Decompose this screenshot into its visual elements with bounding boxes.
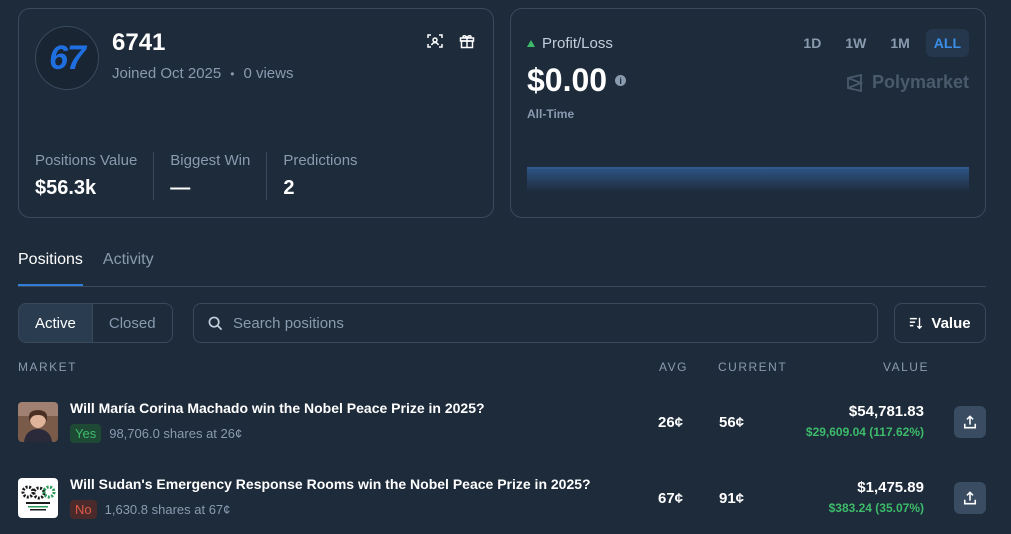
toggle-active[interactable]: Active xyxy=(19,304,93,342)
market-title[interactable]: Will María Corina Machado win the Nobel … xyxy=(70,400,485,416)
stat-label: Positions Value xyxy=(35,152,138,169)
profile-card: 67 6741 Joined Oct 2025 • 0 views Positi… xyxy=(18,8,494,218)
sort-button[interactable]: Value xyxy=(894,303,986,343)
position-row[interactable]: Will Sudan's Emergency Response Rooms wi… xyxy=(18,476,986,534)
range-tab-1w[interactable]: 1W xyxy=(837,29,874,57)
column-header-current[interactable]: CURRENT xyxy=(718,360,787,374)
position-details: No 1,630.8 shares at 67¢ xyxy=(70,500,230,519)
column-header-avg[interactable]: AVG xyxy=(659,360,688,374)
search-input[interactable] xyxy=(233,314,833,332)
pnl-card: Profit/Loss $0.00 i All-Time 1D 1W 1M AL… xyxy=(510,8,986,218)
search-icon xyxy=(208,316,223,330)
up-triangle-icon xyxy=(527,40,535,47)
pnl-label: Profit/Loss xyxy=(527,35,613,52)
toggle-closed[interactable]: Closed xyxy=(93,304,172,342)
position-value: $1,475.89 xyxy=(857,479,924,496)
tab-activity[interactable]: Activity xyxy=(103,251,154,286)
pnl-chart[interactable] xyxy=(527,167,969,193)
position-row[interactable]: Will María Corina Machado win the Nobel … xyxy=(18,400,986,460)
outcome-badge: No xyxy=(70,500,97,519)
brand-watermark: Polymarket xyxy=(846,72,969,93)
stat-value: $56.3k xyxy=(35,177,97,199)
stat-label: Biggest Win xyxy=(170,152,251,169)
shares-text: 98,706.0 shares at 26¢ xyxy=(109,426,243,441)
stat-value: — xyxy=(170,177,191,199)
column-header-value[interactable]: VALUE xyxy=(883,360,929,374)
market-thumbnail[interactable] xyxy=(18,402,58,442)
pnl-amount: $0.00 xyxy=(527,62,608,98)
stat-predictions: Predictions 2 xyxy=(266,152,373,200)
scan-icon[interactable] xyxy=(427,33,443,54)
pnl-value: $0.00 i xyxy=(527,62,627,99)
current-price: 56¢ xyxy=(719,414,745,431)
gift-icon[interactable] xyxy=(459,33,475,54)
position-value: $54,781.83 xyxy=(848,403,924,420)
info-icon[interactable]: i xyxy=(615,75,627,86)
status-toggle: Active Closed xyxy=(18,303,173,343)
avg-price: 26¢ xyxy=(658,414,684,431)
tab-positions[interactable]: Positions xyxy=(18,251,83,286)
polymarket-logo-icon xyxy=(847,73,864,92)
stat-positions-value: Positions Value $56.3k xyxy=(35,152,153,200)
range-tab-all[interactable]: ALL xyxy=(925,29,969,57)
column-header-market: MARKET xyxy=(18,360,78,374)
search-box xyxy=(193,303,878,343)
share-button[interactable] xyxy=(954,406,986,438)
position-pnl: $29,609.04 (117.62%) xyxy=(805,425,924,439)
sort-icon xyxy=(910,317,923,330)
share-icon xyxy=(963,415,977,429)
range-tab-1m[interactable]: 1M xyxy=(882,29,917,57)
joined-date: Joined Oct 2025 xyxy=(112,65,222,82)
profile-meta: Joined Oct 2025 • 0 views xyxy=(112,65,293,82)
brand-name: Polymarket xyxy=(871,72,969,92)
view-count: 0 views xyxy=(243,65,294,82)
shares-text: 1,630.8 shares at 67¢ xyxy=(104,502,231,517)
meta-separator: • xyxy=(230,66,235,81)
avatar[interactable]: 67 xyxy=(35,26,99,90)
current-price: 91¢ xyxy=(719,490,745,507)
profile-stats: Positions Value $56.3k Biggest Win — Pre… xyxy=(35,152,374,200)
share-icon xyxy=(963,491,977,505)
main-tabs: Positions Activity xyxy=(18,251,986,287)
range-tabs: 1D 1W 1M ALL xyxy=(795,29,969,57)
market-thumbnail[interactable] xyxy=(18,478,58,518)
share-button[interactable] xyxy=(954,482,986,514)
pnl-label-text: Profit/Loss xyxy=(542,35,613,52)
username: 6741 xyxy=(112,29,166,56)
pnl-period: All-Time xyxy=(527,107,575,121)
market-title[interactable]: Will Sudan's Emergency Response Rooms wi… xyxy=(70,476,591,492)
range-tab-1d[interactable]: 1D xyxy=(795,29,829,57)
stat-biggest-win: Biggest Win — xyxy=(153,152,266,200)
avg-price: 67¢ xyxy=(658,490,684,507)
position-details: Yes 98,706.0 shares at 26¢ xyxy=(70,424,242,443)
profile-actions xyxy=(427,33,475,54)
stat-label: Predictions xyxy=(283,152,358,169)
position-pnl: $383.24 (35.07%) xyxy=(828,501,924,515)
sort-label: Value xyxy=(931,314,971,332)
stat-value: 2 xyxy=(283,177,295,199)
outcome-badge: Yes xyxy=(70,424,102,443)
